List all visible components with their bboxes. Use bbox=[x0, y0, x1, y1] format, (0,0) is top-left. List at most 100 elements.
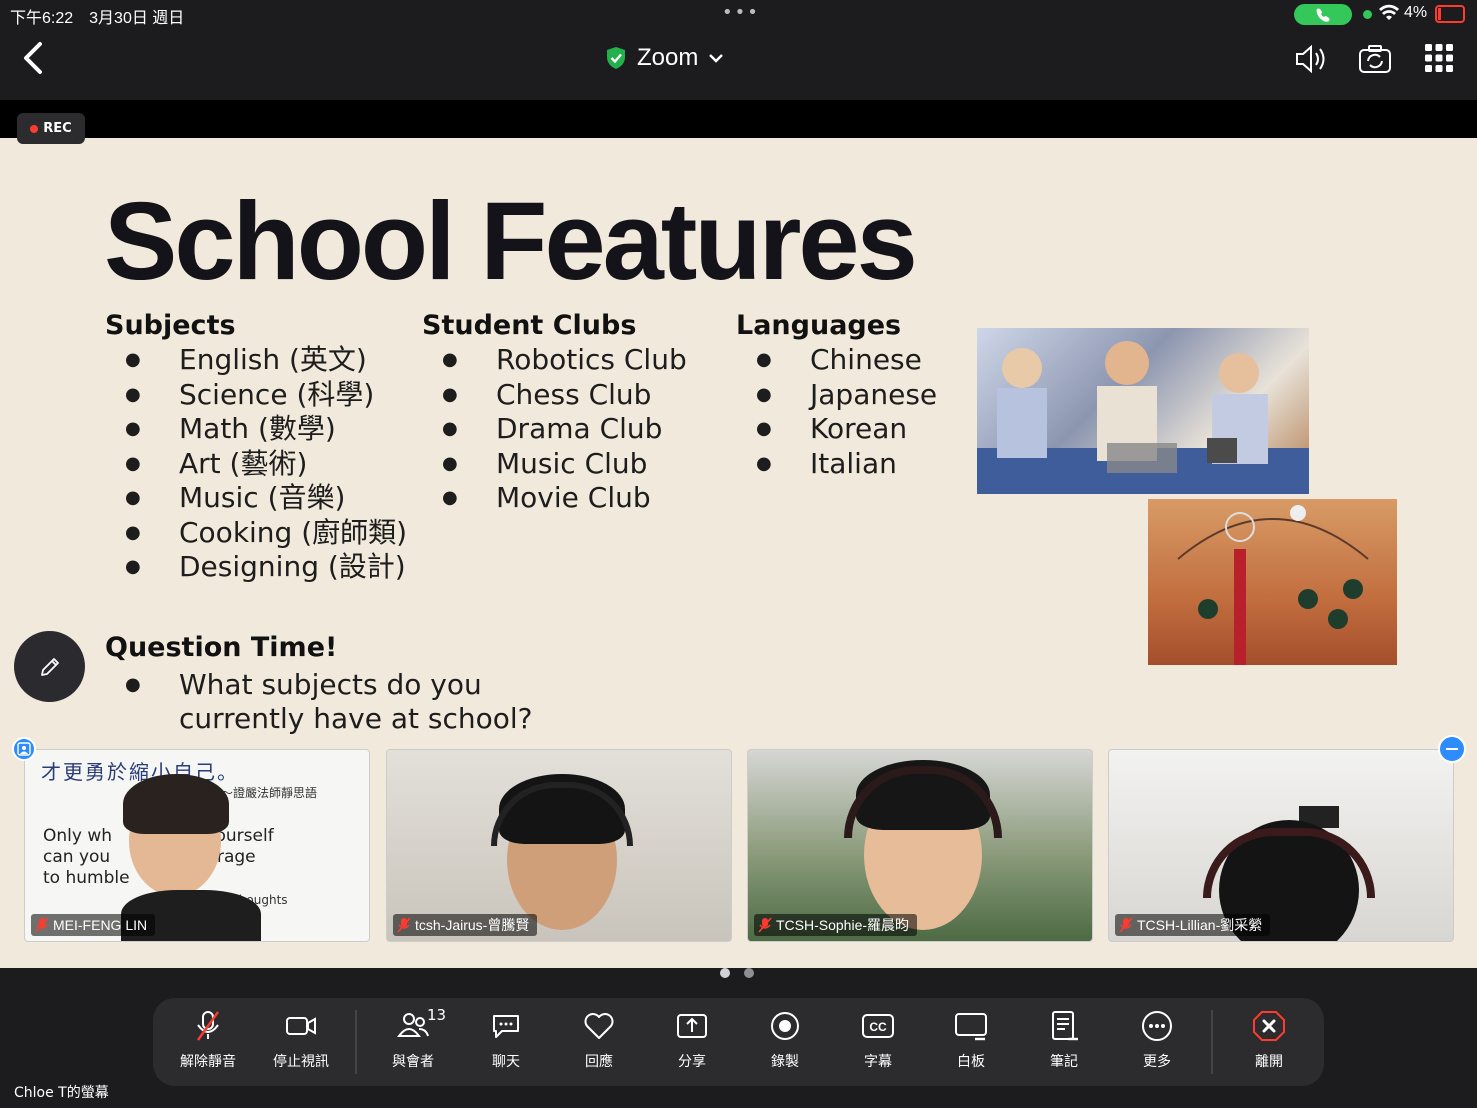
participants-count: 13 bbox=[427, 1006, 447, 1024]
gallery-view-button[interactable] bbox=[1423, 42, 1455, 80]
chat-label: 聊天 bbox=[492, 1054, 520, 1070]
participant-hair bbox=[123, 774, 229, 834]
participant-name: MEI-FENG LIN bbox=[53, 917, 148, 933]
participants-label: 與會者 bbox=[392, 1054, 434, 1070]
quote-line-2a: can you bbox=[43, 847, 111, 867]
reactions-button[interactable]: 回應 bbox=[559, 1008, 639, 1078]
page-dot[interactable] bbox=[720, 968, 730, 978]
back-button[interactable] bbox=[18, 40, 48, 80]
multitasking-dots[interactable]: ••• bbox=[722, 2, 760, 23]
participant-name: tcsh-Jairus-曾騰賢 bbox=[415, 917, 530, 933]
question-title: Question Time! bbox=[105, 632, 338, 663]
speaker-button[interactable] bbox=[1293, 42, 1327, 80]
pin-video-button[interactable] bbox=[12, 737, 36, 761]
unmute-button[interactable]: 解除靜音 bbox=[168, 1008, 248, 1078]
captions-label: 字幕 bbox=[864, 1054, 892, 1070]
participant-name-label: TCSH-Sophie-羅晨昀 bbox=[754, 914, 918, 936]
unmute-label: 解除靜音 bbox=[180, 1054, 236, 1070]
record-button[interactable]: 錄製 bbox=[745, 1008, 825, 1078]
active-call-indicator[interactable] bbox=[1294, 4, 1352, 25]
leave-x-icon bbox=[1253, 1011, 1285, 1041]
tile-background-attribution: ～證嚴法師靜思語 bbox=[221, 786, 318, 800]
screen-owner-label: Chloe T的螢幕 bbox=[14, 1085, 109, 1101]
meeting-toolbar: 解除靜音 停止視訊 與會者 13 聊天 回應 分享 錄製 CC 字幕 白板 筆記… bbox=[153, 998, 1324, 1086]
question-line-2: currently have at school? bbox=[179, 702, 533, 735]
whiteboard-button[interactable]: 白板 bbox=[931, 1008, 1011, 1078]
minimize-videos-button[interactable] bbox=[1438, 735, 1466, 763]
mic-muted-icon bbox=[397, 917, 411, 933]
participants-button[interactable]: 與會者 13 bbox=[373, 1006, 453, 1078]
robotics-photo bbox=[977, 328, 1309, 494]
record-label: 錄製 bbox=[771, 1054, 799, 1070]
video-tile[interactable]: 才更勇於縮小自己。 ～證嚴法師靜思語 Only wh ct yourself ca… bbox=[24, 749, 370, 942]
list-item: Movie Club bbox=[422, 481, 687, 516]
headset bbox=[1203, 828, 1375, 898]
participant-name: TCSH-Sophie-羅晨昀 bbox=[776, 917, 910, 933]
video-tile[interactable]: TCSH-Lillian-劉采縈 bbox=[1108, 749, 1454, 942]
languages-heading: Languages bbox=[736, 310, 902, 341]
video-tile[interactable]: TCSH-Sophie-羅晨昀 bbox=[747, 749, 1093, 942]
leave-label: 離開 bbox=[1255, 1054, 1283, 1070]
share-label: 分享 bbox=[678, 1054, 706, 1070]
question-line-1: What subjects do you bbox=[179, 668, 482, 701]
switch-camera-button[interactable] bbox=[1357, 42, 1393, 80]
people-icon bbox=[397, 1013, 429, 1037]
cc-icon: CC bbox=[862, 1014, 894, 1038]
clubs-column: Student Clubs Robotics Club Chess Club D… bbox=[422, 310, 687, 516]
record-dot-icon bbox=[30, 124, 39, 133]
page-dot[interactable] bbox=[744, 968, 754, 978]
battery-icon bbox=[1435, 5, 1465, 23]
list-item: Music Club bbox=[422, 447, 687, 482]
more-button[interactable]: 更多 bbox=[1117, 1008, 1197, 1078]
mic-muted-icon bbox=[35, 917, 49, 933]
participant-name: TCSH-Lillian-劉采縈 bbox=[1137, 917, 1263, 933]
mic-muted-icon bbox=[758, 917, 772, 933]
more-label: 更多 bbox=[1143, 1054, 1171, 1070]
list-item: Chess Club bbox=[422, 378, 687, 413]
participant-name-label: MEI-FENG LIN bbox=[31, 914, 156, 936]
page-indicator[interactable] bbox=[720, 968, 754, 978]
toolbar-divider bbox=[1211, 1010, 1213, 1074]
pencil-icon bbox=[40, 657, 59, 676]
person-icon bbox=[17, 742, 31, 756]
slide-title: School Features bbox=[104, 180, 918, 303]
share-button[interactable]: 分享 bbox=[652, 1008, 732, 1078]
question-list: What subjects do youcurrently have at sc… bbox=[105, 668, 605, 736]
participant-name-label: tcsh-Jairus-曾騰賢 bbox=[393, 914, 538, 936]
notes-button[interactable]: 筆記 bbox=[1024, 1008, 1104, 1078]
record-icon bbox=[771, 1012, 799, 1040]
camera-flip-icon bbox=[1359, 45, 1391, 73]
list-item: Japanese bbox=[736, 378, 937, 413]
meeting-info-dropdown[interactable]: Zoom bbox=[605, 44, 724, 72]
chat-icon bbox=[493, 1015, 519, 1038]
chat-button[interactable]: 聊天 bbox=[466, 1008, 546, 1078]
share-top-band bbox=[0, 100, 1477, 138]
list-item: Cooking (廚師類) bbox=[105, 516, 407, 551]
list-item: Science (科學) bbox=[105, 378, 407, 413]
whiteboard-label: 白板 bbox=[957, 1054, 985, 1070]
camera-in-use-dot bbox=[1363, 10, 1372, 19]
minus-icon bbox=[1446, 748, 1458, 750]
leave-button[interactable]: 離開 bbox=[1229, 1008, 1309, 1078]
stop-video-button[interactable]: 停止視訊 bbox=[261, 1008, 341, 1078]
list-item: Robotics Club bbox=[422, 343, 687, 378]
notes-label: 筆記 bbox=[1050, 1054, 1078, 1070]
status-bar: 下午6:22 3月30日 週日 ••• 4% bbox=[0, 0, 1477, 28]
list-item: Italian bbox=[736, 447, 937, 482]
wifi-icon bbox=[1379, 4, 1399, 20]
annotate-button[interactable] bbox=[14, 631, 85, 702]
meeting-title: Zoom bbox=[637, 44, 699, 71]
clubs-heading: Student Clubs bbox=[422, 310, 637, 341]
video-tile[interactable]: tcsh-Jairus-曾騰賢 bbox=[386, 749, 732, 942]
list-item: Drama Club bbox=[422, 412, 687, 447]
list-item: Korean bbox=[736, 412, 937, 447]
captions-button[interactable]: CC 字幕 bbox=[838, 1008, 918, 1078]
list-item: Art (藝術) bbox=[105, 447, 407, 482]
subjects-heading: Subjects bbox=[105, 310, 236, 341]
notes-icon bbox=[1052, 1011, 1078, 1041]
languages-column: Languages Chinese Japanese Korean Italia… bbox=[736, 310, 937, 481]
recording-indicator[interactable]: REC bbox=[17, 113, 85, 144]
recording-label: REC bbox=[43, 121, 72, 136]
video-camera-icon bbox=[286, 1017, 316, 1035]
netball-photo bbox=[1148, 499, 1397, 665]
